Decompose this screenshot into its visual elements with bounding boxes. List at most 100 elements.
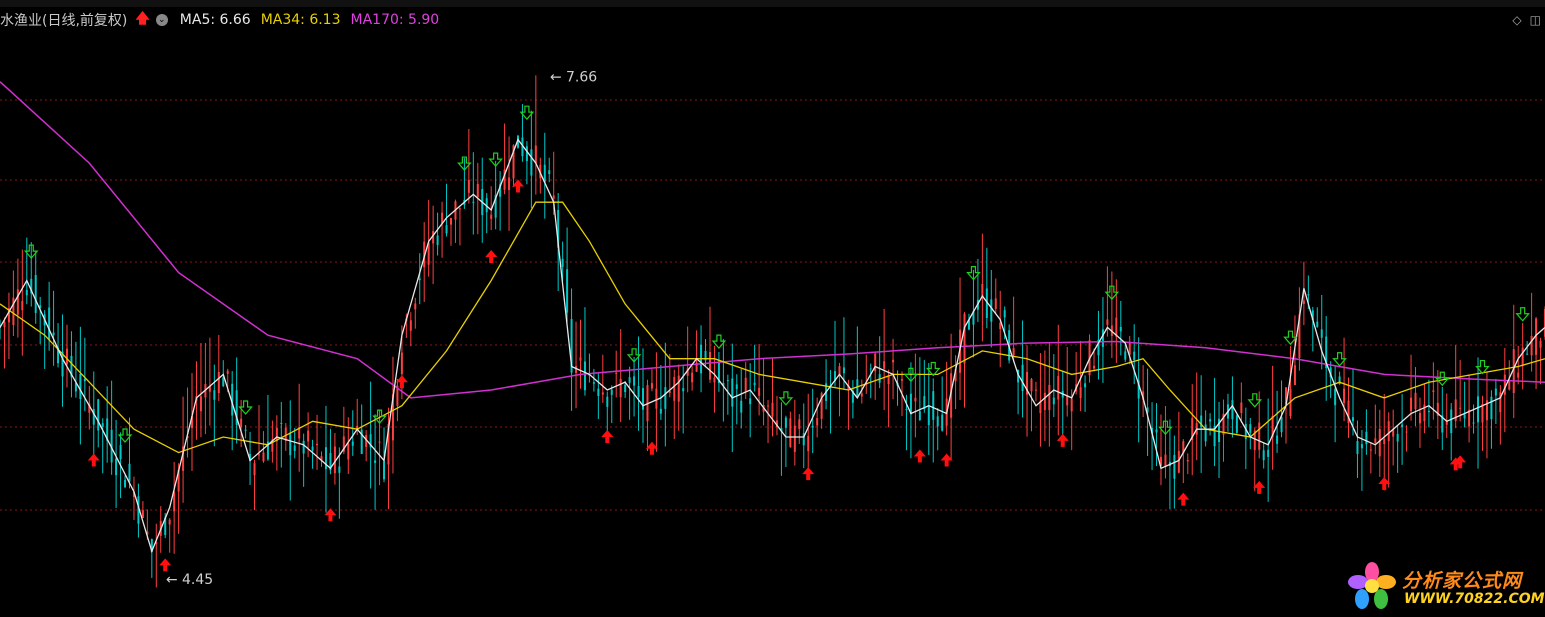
buy-arrow-icon — [913, 449, 926, 463]
candle-body — [1093, 365, 1096, 369]
candle-body — [548, 170, 551, 175]
candle-body — [1079, 387, 1082, 399]
candle-body — [793, 425, 796, 452]
candle-body — [1030, 379, 1033, 392]
candle-body — [1204, 424, 1207, 442]
candle-body — [606, 396, 609, 407]
candle-body — [1101, 329, 1104, 347]
candle-body — [990, 299, 993, 322]
candle-body — [869, 368, 872, 370]
candle-body — [1356, 441, 1359, 454]
candle-body — [642, 388, 645, 410]
candle-body — [807, 435, 810, 452]
candle-body — [1472, 422, 1475, 424]
candle-body — [1405, 431, 1408, 433]
candle-body — [48, 307, 51, 340]
candle-body — [217, 372, 220, 394]
buy-arrow-icon — [87, 453, 100, 467]
candle-body — [1034, 389, 1037, 391]
candle-body — [615, 372, 618, 374]
candle-body — [601, 392, 604, 395]
candle-body — [124, 479, 127, 488]
candle-body — [1530, 335, 1533, 356]
candle-body — [1334, 389, 1337, 406]
candle-body — [816, 418, 819, 426]
candle-body — [1508, 381, 1511, 390]
candle-body — [490, 214, 493, 219]
logo-name: 分析家公式网 — [1402, 570, 1523, 592]
candle-body — [994, 298, 997, 309]
candle-body — [682, 388, 685, 392]
candle-body — [1084, 383, 1087, 388]
candle-body — [400, 352, 403, 375]
candle-body — [981, 284, 984, 297]
candle-body — [713, 377, 716, 383]
candle-body — [1427, 410, 1430, 412]
candle-body — [753, 382, 756, 386]
candle-body — [1481, 404, 1484, 423]
candle-body — [383, 461, 386, 480]
settings-icon[interactable]: ⌄ — [155, 14, 168, 26]
candle-body — [257, 454, 260, 456]
candle-body — [1463, 414, 1466, 419]
candle-body — [1351, 417, 1354, 422]
candle-body — [534, 145, 537, 164]
candle-body — [1124, 351, 1127, 360]
candle-body — [378, 441, 381, 443]
candle-body — [918, 411, 921, 421]
candle-body — [1043, 392, 1046, 410]
candle-body — [1459, 407, 1462, 409]
candle-body — [1521, 347, 1524, 366]
candle-body — [1410, 397, 1413, 412]
candle-body — [936, 416, 939, 427]
candle-body — [905, 409, 908, 411]
watermark-logo: 分析家公式网 WWW.70822.COM — [1348, 560, 1545, 612]
candle-body — [508, 177, 511, 191]
chart-legend: 水渔业(日线,前复权) 🡅 ⌄ MA5: 6.66 MA34: 6.13 MA1… — [0, 9, 439, 31]
up-arrow-icon[interactable]: 🡅 — [135, 8, 149, 32]
candle-body — [1186, 459, 1189, 462]
candle-body — [1365, 431, 1368, 445]
candle-body — [16, 289, 19, 315]
candle-body — [311, 446, 314, 451]
candle-body — [637, 386, 640, 397]
candle-body — [932, 391, 935, 420]
candle-body — [1302, 300, 1305, 305]
candle-body — [1057, 376, 1060, 400]
candle-body — [798, 419, 801, 429]
candle-body — [883, 361, 886, 369]
candle-body — [244, 429, 247, 431]
candle-body — [1267, 449, 1270, 457]
candle-body — [1477, 396, 1480, 423]
candle-body — [1235, 415, 1238, 433]
candle-body — [65, 348, 68, 365]
candle-body — [21, 300, 24, 311]
candle-body — [449, 217, 452, 225]
candle-body — [351, 441, 354, 446]
candle-body — [758, 387, 761, 396]
candle-body — [226, 370, 229, 374]
candle-body — [168, 519, 171, 525]
candle-body — [784, 417, 787, 428]
candle-body — [1414, 392, 1417, 410]
candle-body — [1209, 419, 1212, 422]
buy-arrow-icon — [802, 467, 815, 481]
candle-body — [610, 389, 613, 395]
candle-body — [338, 466, 341, 473]
candle-body — [418, 278, 421, 280]
candle-body — [1066, 395, 1069, 406]
candle-body — [34, 275, 37, 313]
candle-body — [101, 423, 104, 427]
candle-body — [1526, 353, 1529, 355]
candle-body — [1106, 319, 1109, 325]
window-icon[interactable]: ◫ — [1530, 13, 1541, 27]
candle-body — [914, 397, 917, 402]
candle-body — [1021, 364, 1024, 392]
candle-body — [1378, 428, 1381, 457]
candle-body — [1396, 433, 1399, 442]
candle-body — [963, 313, 966, 364]
diamond-icon[interactable]: ◇ — [1512, 13, 1521, 27]
candle-body — [691, 372, 694, 383]
candle-body — [289, 432, 292, 456]
ma34-label: MA34: 6.13 — [260, 12, 341, 28]
